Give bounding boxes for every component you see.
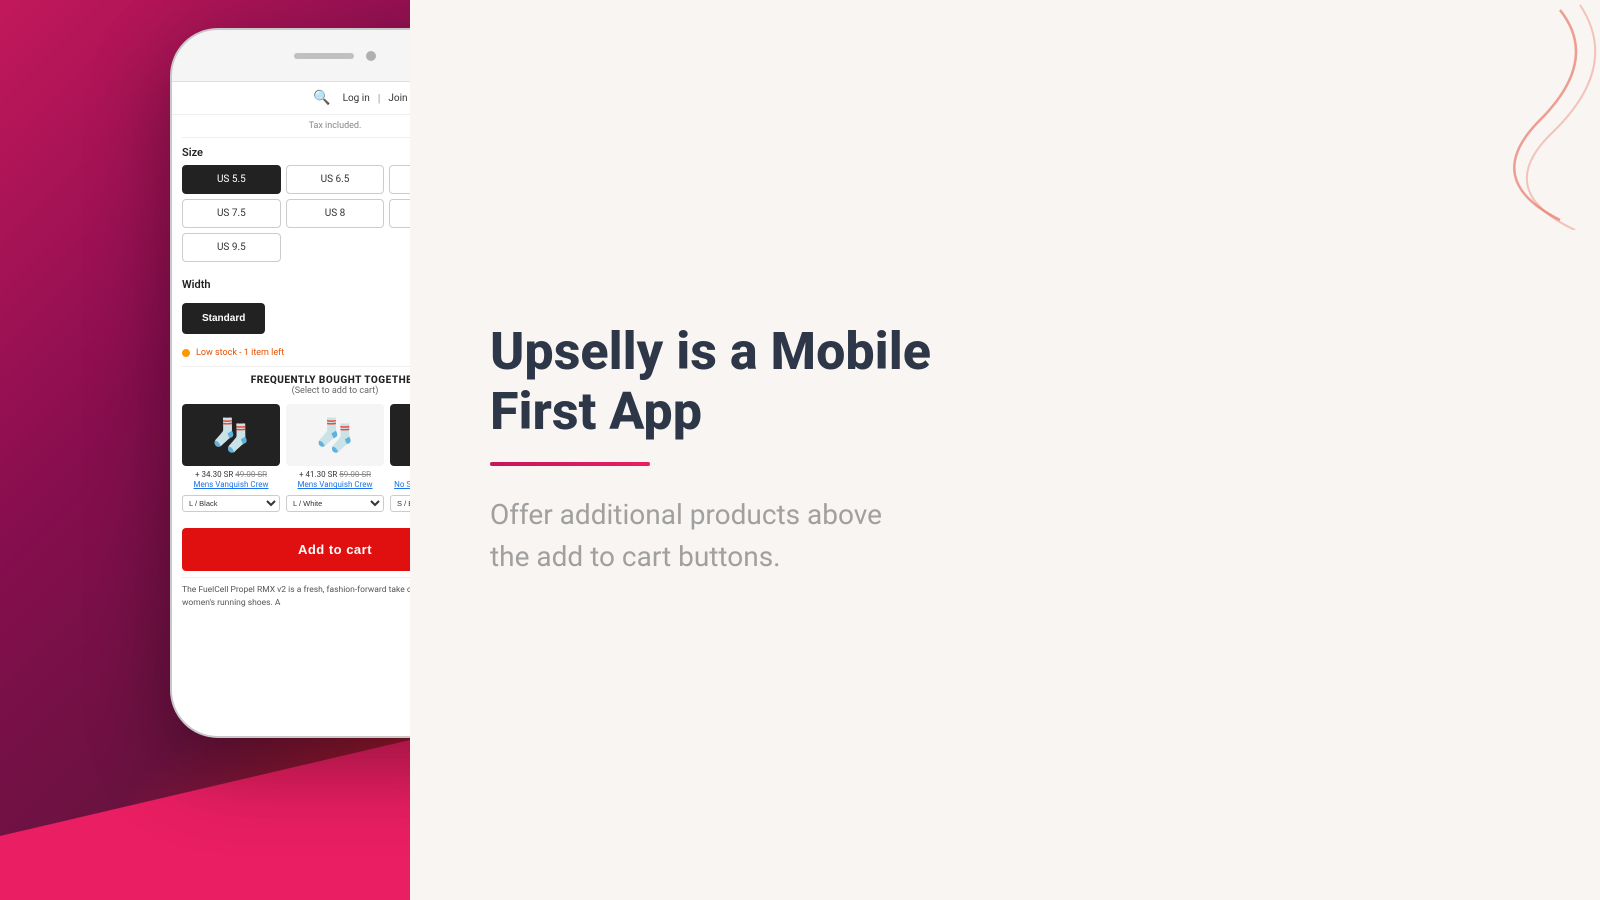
phone-body: 🔍 Log in | Join ☰ 🛒 🇬🇧 › Tax included. S… [170, 28, 410, 738]
size-label: Size [182, 146, 203, 159]
size-btn-7[interactable]: US 7 [389, 165, 410, 194]
size-grid-2: US 7.5 US 8 US 8.5 [182, 199, 410, 228]
fbt-product-2-image: 🧦 [286, 404, 384, 466]
fbt-product-1-plus-price: + 34.30 SR [195, 470, 235, 479]
fbt-product-3-image: 🧦 [390, 404, 410, 466]
size-btn-8[interactable]: US 8 [286, 199, 385, 228]
fbt-product-1-image: 🧦 [182, 404, 280, 466]
fbt-product-1-name[interactable]: Mens Vanquish Crew [182, 480, 280, 490]
fbt-product-3-select[interactable]: S / BLACK / M / BLACK / [390, 495, 410, 512]
size-btn-7-5[interactable]: US 7.5 [182, 199, 281, 228]
fbt-section: FREQUENTLY BOUGHT TOGETHER (Select to ad… [182, 367, 410, 520]
fbt-product-3: 🧦 + 80.00 SR No Show Run Sock 3 Pair S /… [390, 404, 410, 512]
size-btn-6-5[interactable]: US 6.5 [286, 165, 385, 194]
add-to-cart-section: Add to cart [182, 520, 410, 577]
standard-width-btn[interactable]: Standard [182, 303, 265, 334]
fbt-product-2-plus-price: + 41.30 SR [299, 470, 339, 479]
right-content: Upselly is a Mobile First App Offer addi… [490, 322, 931, 578]
fbt-product-2-price: + 41.30 SR 59.00 SR [286, 470, 384, 480]
heading-line-2: First App [490, 381, 702, 442]
fbt-product-2-name[interactable]: Mens Vanquish Crew [286, 480, 384, 490]
low-stock-dot [182, 349, 190, 357]
right-panel: Upselly is a Mobile First App Offer addi… [410, 0, 1600, 900]
tax-info: Tax included. [182, 115, 410, 138]
width-header: Width [182, 270, 410, 297]
heading-line-1: Upselly is a Mobile [490, 321, 931, 382]
body-text-line-2: the add to cart buttons. [490, 540, 781, 573]
phone-camera [366, 51, 376, 61]
product-description: The FuelCell Propel RMX v2 is a fresh, f… [182, 577, 410, 616]
accent-divider [490, 462, 650, 466]
fbt-product-2-old-price: 59.00 SR [339, 470, 371, 479]
nav-bar: 🔍 Log in | Join ☰ 🛒 🇬🇧 › [172, 82, 410, 115]
fbt-subtitle: (Select to add to cart) [182, 386, 410, 396]
sub-heading: Offer additional products above the add … [490, 494, 931, 578]
join-link[interactable]: Join [388, 93, 407, 104]
fbt-product-1-select[interactable]: L / Black L / White [182, 495, 280, 512]
login-link[interactable]: Log in [343, 93, 370, 104]
size-section-header: Size Size & fit guide [182, 138, 410, 165]
left-panel: 🔍 Log in | Join ☰ 🛒 🇬🇧 › Tax included. S… [0, 0, 410, 900]
low-stock-text: Low stock - 1 item left [196, 348, 284, 358]
fbt-product-1: 🧦 + 34.30 SR 49.00 SR Mens Vanquish Crew… [182, 404, 280, 512]
size-btn-8-5[interactable]: US 8.5 [389, 199, 410, 228]
search-icon[interactable]: 🔍 [313, 90, 330, 106]
fbt-product-1-price: + 34.30 SR 49.00 SR [182, 470, 280, 480]
phone-top-bar [172, 30, 410, 82]
fbt-product-2: 🧦 + 41.30 SR 59.00 SR Mens Vanquish Crew… [286, 404, 384, 512]
fbt-product-3-price: + 80.00 SR [390, 470, 410, 480]
phone-speaker [294, 53, 354, 59]
main-heading: Upselly is a Mobile First App [490, 322, 931, 442]
width-label: Width [182, 278, 211, 291]
size-grid: US 5.5 US 6.5 US 7 [182, 165, 410, 194]
size-btn-9-5[interactable]: US 9.5 [182, 233, 281, 262]
width-section: Width Standard [182, 270, 410, 334]
size-grid-3: US 9.5 [182, 233, 410, 262]
screen-content: Tax included. Size Size & fit guide US 5… [172, 115, 410, 615]
fbt-product-1-old-price: 49.00 SR [235, 470, 267, 479]
fbt-products-list: 🧦 + 34.30 SR 49.00 SR Mens Vanquish Crew… [182, 404, 410, 512]
size-btn-5-5[interactable]: US 5.5 [182, 165, 281, 194]
body-text-line-1: Offer additional products above [490, 498, 882, 531]
low-stock-notice: Low stock - 1 item left [182, 342, 410, 367]
fbt-title: FREQUENTLY BOUGHT TOGETHER [182, 375, 410, 386]
fbt-product-2-select[interactable]: L / White L / Black [286, 495, 384, 512]
add-to-cart-button[interactable]: Add to cart [182, 528, 410, 571]
phone-screen: 🔍 Log in | Join ☰ 🛒 🇬🇧 › Tax included. S… [172, 82, 410, 736]
decorative-curves [1380, 0, 1600, 230]
phone-mockup: 🔍 Log in | Join ☰ 🛒 🇬🇧 › Tax included. S… [170, 28, 410, 738]
left-panel-bottom-accent [0, 740, 410, 900]
fbt-product-3-name[interactable]: No Show Run Sock 3 Pair [390, 480, 410, 490]
nav-separator: | [378, 92, 381, 105]
